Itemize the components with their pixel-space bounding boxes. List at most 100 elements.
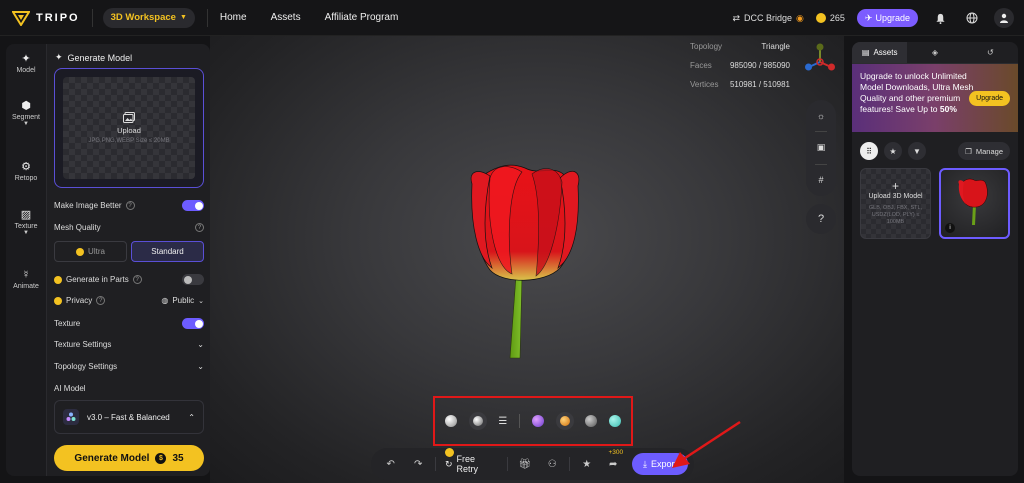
manage-button[interactable]: ❐ Manage — [958, 142, 1010, 160]
tab-layers[interactable]: ◈ — [907, 42, 962, 63]
gift-icon[interactable]: 🎁︎ — [511, 459, 538, 470]
bell-icon[interactable] — [930, 8, 950, 28]
privacy-row: Privacy ? ◍ Public ⌄ — [54, 296, 204, 305]
info-icon[interactable]: i — [945, 223, 955, 233]
upload-label: Upload — [117, 126, 141, 135]
quality-standard-button[interactable]: Standard — [131, 241, 204, 262]
generate-in-parts-toggle[interactable] — [182, 274, 204, 285]
texture-material-icon[interactable] — [555, 412, 574, 430]
rail-label-retopo: Retopo — [14, 175, 38, 182]
topology-settings-label: Topology Settings — [54, 362, 118, 371]
free-retry-button[interactable]: ↻ Free Retry — [439, 448, 504, 474]
grid-view-icon[interactable]: ⠿ — [860, 142, 878, 160]
panel-title-text: Generate Model — [67, 52, 133, 63]
redo-icon[interactable]: ↷ — [404, 459, 431, 470]
divider — [91, 8, 93, 27]
upgrade-button[interactable]: ✈ Upgrade — [856, 9, 918, 27]
filter-icon[interactable]: ▼ — [908, 142, 926, 160]
rail-item-model[interactable]: ✦ Model — [6, 52, 46, 74]
tab-history[interactable]: ↺ — [963, 42, 1018, 63]
chevron-down-icon: ⌄ — [197, 340, 204, 349]
help-icon[interactable]: ? — [195, 223, 204, 232]
help-icon[interactable]: ? — [125, 201, 135, 210]
workspace-label: 3D Workspace — [110, 12, 176, 23]
texture-settings-row[interactable]: Texture Settings ⌄ — [54, 340, 204, 349]
rail-item-retopo[interactable]: ⚙ Retopo — [6, 160, 46, 182]
axis-gizmo[interactable] — [805, 42, 835, 76]
undo-icon[interactable]: ↶ — [377, 459, 404, 470]
make-image-better-label: Make Image Better — [54, 201, 122, 210]
clay-material-icon[interactable] — [468, 412, 487, 430]
grid-icon[interactable]: # — [818, 175, 823, 185]
top-bar: TRIPO 3D Workspace ▼ Home Assets Affilia… — [0, 0, 1024, 36]
assets-panel: ▤ Assets ◈ ↺ Upgrade to unlock Unlimited… — [852, 42, 1018, 476]
sparkle-icon: ✦ — [55, 52, 63, 62]
chevron-down-icon: ⌄ — [197, 362, 204, 371]
wireframe-material-icon[interactable] — [609, 415, 622, 427]
panel-title: ✦ Generate Model — [55, 52, 132, 63]
divider — [568, 457, 570, 471]
nav-affiliate[interactable]: Affiliate Program — [325, 12, 399, 23]
help-icon[interactable]: ? — [132, 275, 142, 284]
quality-ultra-button[interactable]: Ultra — [54, 241, 127, 262]
swap-icon: ⇄ — [732, 12, 741, 23]
brand-name: TRIPO — [36, 11, 80, 24]
promo-text: Upgrade to unlock Unlimited Model Downlo… — [860, 71, 975, 115]
sliders-icon[interactable]: ☰ — [498, 416, 507, 427]
user-avatar[interactable] — [994, 8, 1014, 28]
rail-item-animate[interactable]: ☿ Animate — [6, 269, 46, 290]
normal-material-icon[interactable] — [531, 415, 544, 427]
rail-label-model: Model — [16, 67, 36, 74]
share-button[interactable]: +300 ➦ — [600, 449, 626, 470]
rail-item-segment[interactable]: ⬢ Segment ▼ — [6, 99, 46, 127]
quality-standard-label: Standard — [151, 247, 184, 256]
generate-model-button[interactable]: Generate Model $ 35 — [54, 445, 204, 471]
help-icon: ? — [817, 213, 825, 225]
image-upload-area[interactable]: Upload JPG,PNG,WEBP Size ≤ 20MB — [54, 68, 204, 188]
workspace-dropdown[interactable]: 3D Workspace ▼ — [102, 7, 195, 28]
logo[interactable]: TRIPO — [12, 10, 80, 26]
texture-toggle[interactable] — [182, 318, 204, 329]
asset-thumbnail[interactable]: i — [939, 168, 1010, 239]
metal-material-icon[interactable] — [585, 415, 598, 427]
nav-home[interactable]: Home — [220, 12, 247, 23]
make-image-better-toggle[interactable] — [182, 200, 204, 211]
badge-icon — [444, 448, 454, 457]
ai-enhance-icon[interactable]: ⚇ — [539, 459, 566, 470]
upload-3d-model-card[interactable]: + Upload 3D Model GLB, OBJ, FBX, STL, US… — [860, 168, 931, 239]
layers-icon: ◈ — [931, 48, 939, 57]
camera-icon[interactable]: ▣ — [817, 142, 826, 153]
vertices-value: 510981 / 510981 — [729, 80, 790, 89]
tab-assets[interactable]: ▤ Assets — [852, 42, 908, 63]
star-icon[interactable]: ★ — [884, 142, 902, 160]
vertices-label: Vertices — [690, 80, 719, 89]
caret-down-icon: ▼ — [179, 14, 187, 21]
promo-discount: 50% — [939, 104, 957, 114]
plus-icon: + — [891, 179, 899, 193]
lighting-icon[interactable]: ☼ — [817, 111, 825, 121]
make-image-better-row: Make Image Better ? — [54, 200, 204, 211]
rail-item-texture[interactable]: ▨ Texture ▼ — [6, 208, 46, 236]
help-icon[interactable]: ? — [96, 296, 106, 305]
help-button[interactable]: ? — [806, 204, 836, 234]
upgrade-label: Upgrade — [875, 13, 910, 23]
globe-icon[interactable] — [962, 8, 982, 28]
upload-dropzone: Upload JPG,PNG,WEBP Size ≤ 20MB — [63, 77, 195, 179]
download-icon: ⤓ — [642, 458, 647, 469]
top-right-actions: ⇄ DCC Bridge ◉ 265 ✈ Upgrade — [732, 8, 1014, 28]
star-icon[interactable]: ★ — [573, 459, 600, 470]
mesh-quality-row: Mesh Quality ? — [54, 223, 204, 232]
ai-model-selector[interactable]: v3.0 – Fast & Balanced ⌃ — [54, 400, 204, 434]
nav-assets[interactable]: Assets — [271, 12, 301, 23]
upload-3d-label: Upload 3D Model — [868, 193, 923, 200]
matte-material-icon[interactable] — [444, 415, 457, 427]
privacy-dropdown[interactable]: ◍ Public ⌄ — [161, 296, 204, 305]
rocket-icon: ✈ — [864, 12, 873, 23]
tripo-logo-icon — [12, 10, 30, 26]
dcc-bridge-button[interactable]: ⇄ DCC Bridge ◉ — [732, 13, 803, 24]
promo-upgrade-button[interactable]: Upgrade — [969, 91, 1010, 106]
topology-settings-row[interactable]: Topology Settings ⌄ — [54, 362, 204, 371]
model-icon — [63, 409, 79, 425]
premium-icon — [54, 275, 62, 284]
credits-display[interactable]: 265 — [815, 13, 845, 23]
